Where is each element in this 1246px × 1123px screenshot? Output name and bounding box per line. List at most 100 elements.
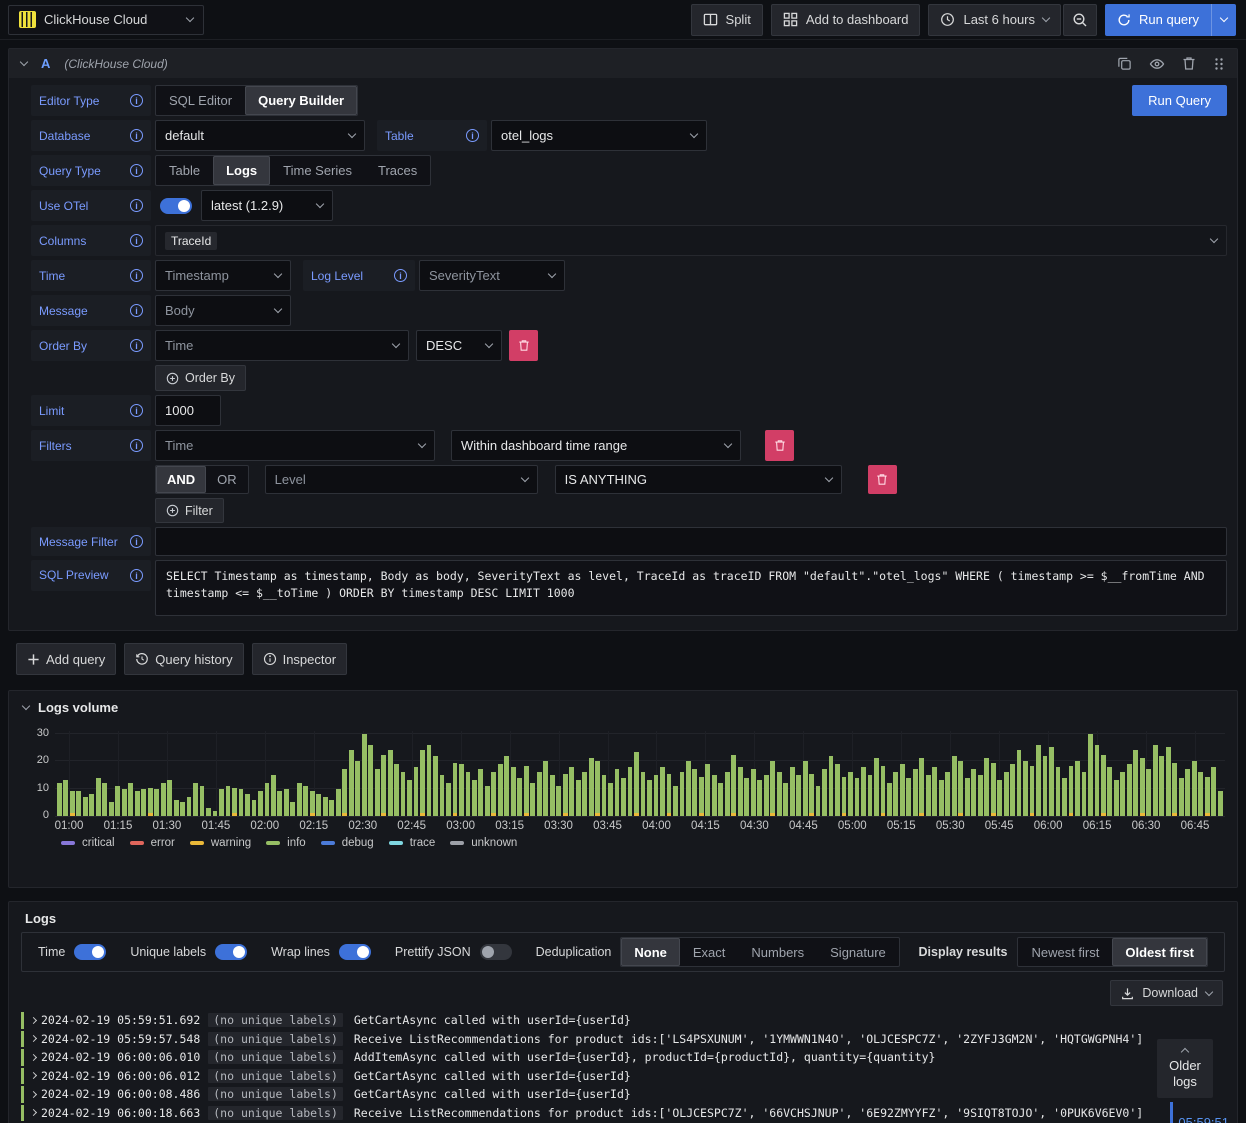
expand-row-icon[interactable] [29, 1072, 41, 1080]
time-range-picker[interactable]: Last 6 hours [928, 3, 1062, 36]
add-order-by-button[interactable]: Order By [155, 365, 247, 391]
info-icon[interactable] [130, 269, 143, 282]
hide-response-icon[interactable] [1149, 56, 1165, 72]
limit-input[interactable]: 1000 [155, 395, 221, 426]
query-type-time-series[interactable]: Time Series [270, 156, 365, 185]
time-toggle[interactable] [74, 944, 107, 960]
log-row[interactable]: 2024-02-19 05:59:51.692 (no unique labels… [21, 1011, 1225, 1030]
inspector-button[interactable]: Inspector [251, 643, 348, 675]
info-icon[interactable] [466, 129, 479, 142]
filter-bool-and[interactable]: AND [156, 466, 207, 493]
legend-item-critical[interactable]: critical [61, 837, 115, 849]
info-icon[interactable] [394, 269, 407, 282]
remove-order-by-button[interactable] [509, 330, 538, 361]
info-icon[interactable] [130, 199, 143, 212]
otel-version-select[interactable]: latest (1.2.9) [201, 190, 333, 221]
info-icon[interactable] [130, 129, 143, 142]
log-level-bar [21, 1067, 24, 1084]
expand-row-icon[interactable] [29, 1090, 41, 1098]
run-query-dropdown[interactable] [1211, 3, 1236, 36]
display-newest-first[interactable]: Newest first [1018, 938, 1112, 966]
older-logs-button[interactable]: Older logs [1157, 1039, 1213, 1098]
log-row[interactable]: 2024-02-19 06:00:18.663 (no unique labels… [21, 1104, 1225, 1123]
add-filter-button[interactable]: Filter [155, 498, 224, 523]
log-row[interactable]: 2024-02-19 05:59:57.548 (no unique labels… [21, 1030, 1225, 1049]
info-icon[interactable] [130, 304, 143, 317]
legend-item-trace[interactable]: trace [388, 837, 435, 849]
run-query-split-button[interactable]: Run query [1105, 3, 1236, 36]
order-by-field-select[interactable]: Time [155, 330, 409, 361]
legend-item-unknown[interactable]: unknown [450, 837, 517, 849]
legend-item-warning[interactable]: warning [189, 837, 251, 849]
query-type-table[interactable]: Table [156, 156, 213, 185]
logs-volume-plot[interactable] [55, 731, 1225, 817]
query-header[interactable]: A (ClickHouse Cloud) [9, 49, 1237, 78]
logs-volume-header[interactable]: Logs volume [9, 691, 1237, 715]
query-type-traces[interactable]: Traces [365, 156, 430, 185]
dedup-exact[interactable]: Exact [680, 938, 739, 966]
database-select[interactable]: default [155, 120, 365, 151]
duplicate-query-icon[interactable] [1117, 56, 1132, 71]
dedup-numbers[interactable]: Numbers [738, 938, 817, 966]
table-select[interactable]: otel_logs [491, 120, 707, 151]
collapse-query-icon[interactable] [19, 57, 29, 67]
filter2-operator-select[interactable]: IS ANYTHING [554, 465, 842, 494]
editor-type-sql-editor[interactable]: SQL Editor [156, 86, 245, 115]
filter-operator-select[interactable]: Within dashboard time range [451, 430, 741, 461]
filter2-field-select[interactable]: Level [264, 465, 538, 494]
add-to-dashboard-button[interactable]: Add to dashboard [770, 3, 921, 36]
info-icon[interactable] [130, 569, 143, 582]
info-icon[interactable] [130, 535, 143, 548]
datasource-picker[interactable]: ClickHouse Cloud [8, 4, 204, 35]
log-row[interactable]: 2024-02-19 06:00:06.012 (no unique labels… [21, 1067, 1225, 1086]
time-column-label: Time [31, 260, 151, 291]
filter-bool-or[interactable]: OR [206, 466, 248, 493]
add-query-button[interactable]: Add query [16, 643, 117, 675]
expand-row-icon[interactable] [29, 1016, 41, 1024]
zoom-out-button[interactable] [1063, 3, 1098, 36]
column-tag[interactable]: TraceId [165, 231, 218, 250]
split-button[interactable]: Split [690, 3, 763, 36]
dedup-signature[interactable]: Signature [817, 938, 899, 966]
collapse-panel-icon[interactable] [21, 701, 31, 711]
info-icon[interactable] [130, 94, 143, 107]
legend-swatch [61, 841, 75, 845]
message-column-select[interactable]: Body [155, 295, 291, 326]
info-icon[interactable] [130, 234, 143, 247]
message-filter-input[interactable] [155, 527, 1227, 556]
prettify-json-toggle[interactable] [479, 944, 512, 960]
legend-item-info[interactable]: info [266, 837, 306, 849]
use-otel-toggle[interactable] [160, 197, 192, 214]
editor-type-query-builder[interactable]: Query Builder [245, 86, 358, 115]
info-icon[interactable] [130, 404, 143, 417]
legend-item-debug[interactable]: debug [320, 837, 374, 849]
info-icon[interactable] [130, 164, 143, 177]
drag-handle-icon[interactable] [1213, 57, 1225, 71]
info-icon[interactable] [130, 439, 143, 452]
info-icon[interactable] [130, 339, 143, 352]
log-row[interactable]: 2024-02-19 06:00:08.486 (no unique labels… [21, 1085, 1225, 1104]
dedup-none[interactable]: None [621, 938, 680, 966]
time-column-select[interactable]: Timestamp [155, 260, 291, 291]
run-query-button[interactable]: Run Query [1132, 85, 1227, 116]
unique-labels-toggle[interactable] [215, 944, 248, 960]
log-row[interactable]: 2024-02-19 06:00:06.010 (no unique labels… [21, 1048, 1225, 1067]
remove-query-icon[interactable] [1182, 56, 1196, 71]
expand-row-icon[interactable] [29, 1053, 41, 1061]
order-by-direction-select[interactable]: DESC [416, 330, 502, 361]
remove-filter-button[interactable] [765, 430, 794, 461]
log-level-select[interactable]: SeverityText [419, 260, 565, 291]
columns-multiselect[interactable]: TraceId [155, 225, 1227, 256]
expand-row-icon[interactable] [29, 1035, 41, 1043]
remove-filter2-button[interactable] [867, 465, 897, 494]
legend-item-error[interactable]: error [129, 837, 175, 849]
legend-label: critical [82, 837, 115, 849]
download-button[interactable]: Download [1110, 980, 1223, 1006]
query-type-logs[interactable]: Logs [213, 156, 271, 185]
log-labels-badge: (no unique labels) [208, 1087, 343, 1102]
expand-row-icon[interactable] [29, 1109, 41, 1117]
display-oldest-first[interactable]: Oldest first [1112, 938, 1207, 966]
wrap-lines-toggle[interactable] [338, 944, 371, 960]
query-history-button[interactable]: Query history [124, 643, 244, 675]
filter-field-select[interactable]: Time [155, 430, 435, 461]
